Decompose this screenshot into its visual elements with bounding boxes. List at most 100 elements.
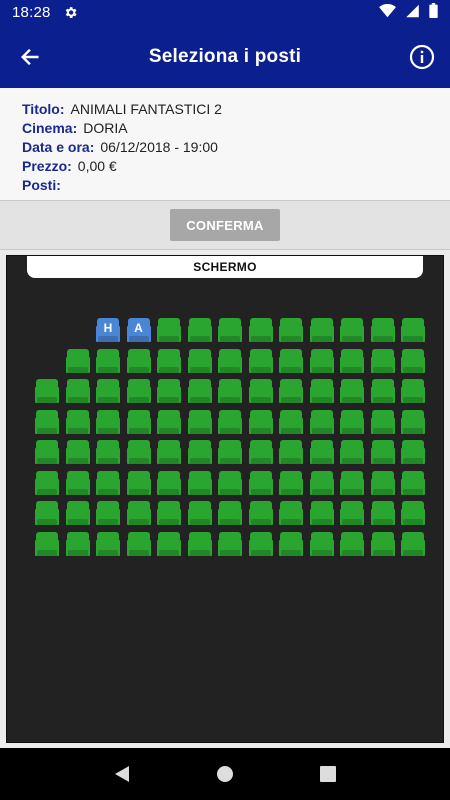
seat-available[interactable]	[309, 379, 334, 405]
seat-available[interactable]	[126, 470, 151, 497]
seat-available[interactable]	[96, 409, 120, 436]
seat-available[interactable]	[218, 379, 242, 405]
seat-available[interactable]	[370, 470, 395, 497]
seat-available[interactable]	[218, 531, 242, 558]
seat-available[interactable]	[187, 440, 212, 466]
seat-available[interactable]	[157, 318, 181, 344]
seat-available[interactable]	[309, 470, 334, 497]
seat-available[interactable]	[248, 348, 273, 375]
seat-available[interactable]	[248, 470, 273, 497]
nav-back-icon[interactable]	[107, 759, 137, 789]
seat-available[interactable]	[279, 470, 303, 497]
seat-available[interactable]	[65, 348, 90, 375]
seat-available[interactable]	[218, 440, 242, 466]
seat-available[interactable]	[65, 409, 90, 436]
seat-available[interactable]	[96, 470, 120, 497]
seat-available[interactable]	[35, 501, 59, 527]
info-icon[interactable]	[406, 41, 438, 73]
seat-available[interactable]	[65, 531, 90, 558]
seat-special[interactable]: H	[96, 318, 120, 344]
seat-available[interactable]	[35, 531, 59, 558]
seat-available[interactable]	[126, 379, 151, 405]
seat-available[interactable]	[126, 409, 151, 436]
seat-available[interactable]	[340, 318, 364, 344]
seat-available[interactable]	[248, 379, 273, 405]
seat-available[interactable]	[401, 318, 425, 344]
seat-available[interactable]	[401, 440, 425, 466]
seat-available[interactable]	[248, 501, 273, 527]
seat-available[interactable]	[187, 379, 212, 405]
seat-available[interactable]	[35, 379, 59, 405]
seat-available[interactable]	[401, 470, 425, 497]
seat-available[interactable]	[218, 348, 242, 375]
seat-available[interactable]	[279, 501, 303, 527]
seat-available[interactable]	[279, 379, 303, 405]
seat-available[interactable]	[187, 348, 212, 375]
seat-available[interactable]	[157, 470, 181, 497]
seat-available[interactable]	[340, 531, 364, 558]
seat-available[interactable]	[248, 318, 273, 344]
seat-available[interactable]	[187, 531, 212, 558]
seat-available[interactable]	[279, 348, 303, 375]
seat-available[interactable]	[401, 501, 425, 527]
seat-available[interactable]	[370, 440, 395, 466]
seat-available[interactable]	[370, 318, 395, 344]
seat-available[interactable]	[279, 318, 303, 344]
seat-available[interactable]	[370, 501, 395, 527]
seat-available[interactable]	[309, 348, 334, 375]
seat-available[interactable]	[126, 440, 151, 466]
seat-available[interactable]	[340, 470, 364, 497]
seat-available[interactable]	[340, 379, 364, 405]
seat-available[interactable]	[370, 379, 395, 405]
seat-available[interactable]	[157, 531, 181, 558]
seat-available[interactable]	[65, 440, 90, 466]
seat-available[interactable]	[187, 318, 212, 344]
back-arrow-icon[interactable]	[14, 41, 46, 73]
seat-available[interactable]	[96, 501, 120, 527]
seat-available[interactable]	[157, 409, 181, 436]
nav-home-icon[interactable]	[210, 759, 240, 789]
seat-available[interactable]	[401, 531, 425, 558]
seat-available[interactable]	[370, 409, 395, 436]
seat-available[interactable]	[96, 531, 120, 558]
seat-available[interactable]	[126, 501, 151, 527]
seat-available[interactable]	[401, 348, 425, 375]
seat-available[interactable]	[65, 470, 90, 497]
seat-available[interactable]	[309, 318, 334, 344]
seat-available[interactable]	[370, 348, 395, 375]
seat-available[interactable]	[248, 440, 273, 466]
seat-available[interactable]	[309, 409, 334, 436]
seat-available[interactable]	[248, 409, 273, 436]
seat-available[interactable]	[218, 409, 242, 436]
seat-available[interactable]	[65, 501, 90, 527]
seat-available[interactable]	[279, 409, 303, 436]
seat-available[interactable]	[401, 379, 425, 405]
seat-available[interactable]	[157, 379, 181, 405]
seat-available[interactable]	[65, 379, 90, 405]
seat-available[interactable]	[279, 440, 303, 466]
seat-available[interactable]	[96, 348, 120, 375]
seat-available[interactable]	[218, 470, 242, 497]
seat-available[interactable]	[309, 531, 334, 558]
seat-available[interactable]	[96, 379, 120, 405]
seat-available[interactable]	[96, 440, 120, 466]
seat-available[interactable]	[35, 440, 59, 466]
seat-available[interactable]	[248, 531, 273, 558]
seat-available[interactable]	[187, 470, 212, 497]
nav-recents-icon[interactable]	[313, 759, 343, 789]
seat-available[interactable]	[157, 348, 181, 375]
seat-available[interactable]	[340, 348, 364, 375]
seat-available[interactable]	[35, 470, 59, 497]
seat-available[interactable]	[340, 440, 364, 466]
seat-available[interactable]	[187, 409, 212, 436]
seat-available[interactable]	[157, 501, 181, 527]
seat-available[interactable]	[340, 409, 364, 436]
seat-available[interactable]	[218, 318, 242, 344]
seat-available[interactable]	[401, 409, 425, 436]
confirm-button[interactable]: CONFERMA	[170, 209, 280, 241]
seat-available[interactable]	[126, 348, 151, 375]
seat-available[interactable]	[309, 440, 334, 466]
seat-available[interactable]	[370, 531, 395, 558]
seat-special[interactable]: A	[126, 318, 151, 344]
seat-available[interactable]	[279, 531, 303, 558]
